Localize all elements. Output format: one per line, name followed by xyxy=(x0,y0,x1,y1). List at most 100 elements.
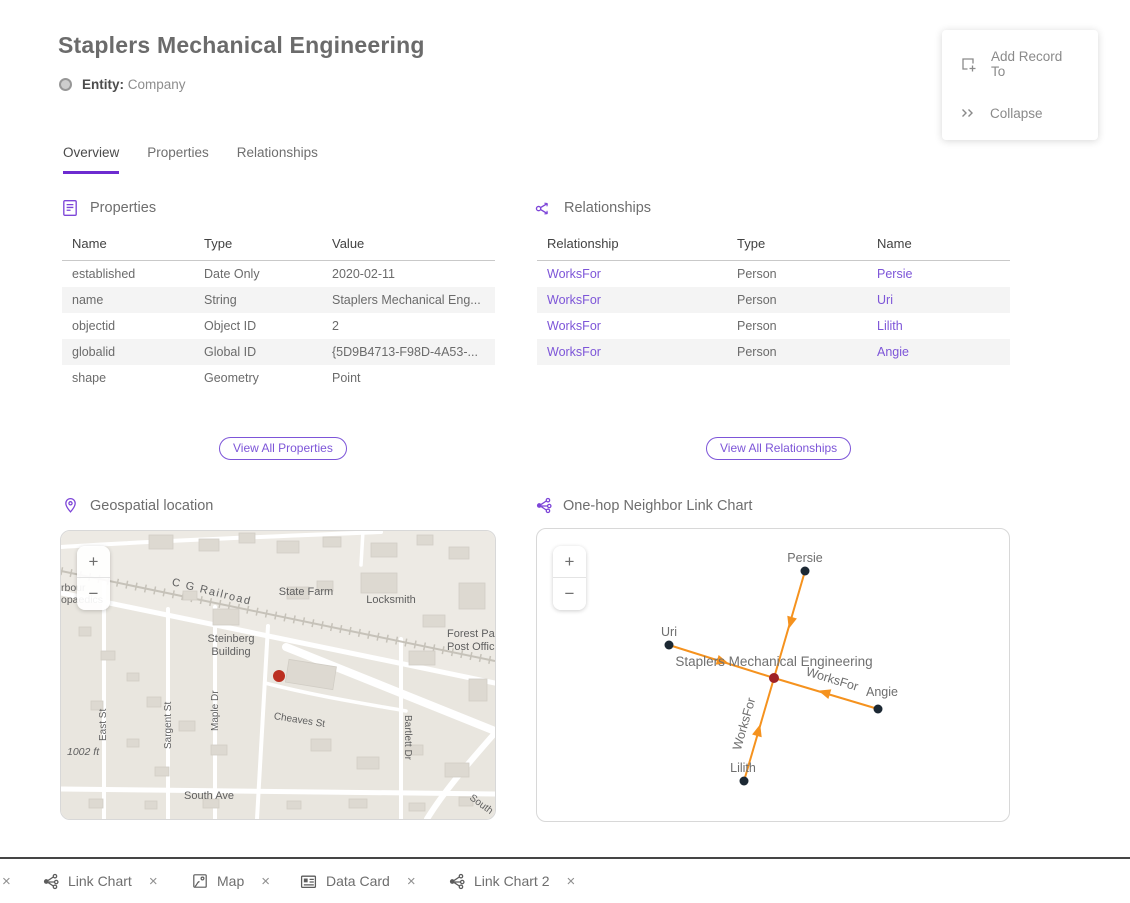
link-chart-icon xyxy=(42,873,59,890)
properties-table: Name Type Value established Date Only 20… xyxy=(62,228,495,391)
node-label: Angie xyxy=(866,685,898,699)
map-zoom-control: + − xyxy=(77,546,110,610)
relationship-link[interactable]: WorksFor xyxy=(547,267,601,281)
column-header: Value xyxy=(322,228,495,261)
entity-link[interactable]: Angie xyxy=(877,345,909,359)
data-card-page: Staplers Mechanical Engineering Entity: … xyxy=(0,0,1130,903)
map-zoom-out-button[interactable]: − xyxy=(77,578,110,610)
table-row: WorksFor Person Persie xyxy=(537,261,1010,288)
linkchart-zoom-out-button[interactable]: − xyxy=(553,578,586,610)
map-scale-label: 1002 ft xyxy=(67,746,100,758)
rel-type: Person xyxy=(727,313,867,339)
section-title: One-hop Neighbor Link Chart xyxy=(563,498,752,514)
map-label-street: South Ave xyxy=(184,790,234,802)
column-header: Relationship xyxy=(537,228,727,261)
tab-close-icon[interactable]: × xyxy=(149,873,158,890)
menu-item-collapse[interactable]: Collapse xyxy=(942,92,1098,134)
tab-label: Data Card xyxy=(326,873,390,889)
prop-type: String xyxy=(194,287,322,313)
node-lilith[interactable] xyxy=(740,777,749,786)
bottom-tab-link-chart-2[interactable]: Link Chart 2 × xyxy=(448,859,575,903)
context-menu: Add Record To Collapse xyxy=(942,30,1098,140)
add-record-icon xyxy=(960,56,977,73)
map-pin-icon xyxy=(62,497,79,514)
relationships-icon xyxy=(535,199,553,217)
node-persie[interactable] xyxy=(801,567,810,576)
prop-value: Point xyxy=(322,365,495,391)
tab-close-icon[interactable]: × xyxy=(261,873,270,890)
bottom-tab-link-chart[interactable]: Link Chart × xyxy=(42,859,158,903)
linkchart-section-header: One-hop Neighbor Link Chart xyxy=(535,497,752,514)
tab-close-icon[interactable]: × xyxy=(2,859,11,903)
table-row: objectid Object ID 2 xyxy=(62,313,495,339)
menu-item-label: Collapse xyxy=(990,106,1043,121)
map-canvas[interactable]: rbour opaedics C G Railroad State Farm L… xyxy=(61,531,495,819)
linkchart-card: Persie Uri WorksFor Angie WorksFor Lilit… xyxy=(536,528,1010,822)
bottom-tab-map[interactable]: Map × xyxy=(192,859,270,903)
node-angie[interactable] xyxy=(874,705,883,714)
relationship-link[interactable]: WorksFor xyxy=(547,319,601,333)
table-row: WorksFor Person Angie xyxy=(537,339,1010,365)
tab-relationships[interactable]: Relationships xyxy=(237,145,318,174)
map-label-street: Maple Dr xyxy=(210,690,221,731)
data-card-icon xyxy=(300,873,317,890)
tab-close-icon[interactable]: × xyxy=(566,873,575,890)
section-title: Relationships xyxy=(564,200,651,216)
table-row: shape Geometry Point xyxy=(62,365,495,391)
prop-value: 2 xyxy=(322,313,495,339)
entity-link[interactable]: Lilith xyxy=(877,319,903,333)
rel-type: Person xyxy=(727,261,867,288)
tab-properties[interactable]: Properties xyxy=(147,145,209,174)
prop-name: shape xyxy=(62,365,194,391)
relationship-link[interactable]: WorksFor xyxy=(547,345,601,359)
entity-link[interactable]: Persie xyxy=(877,267,912,281)
rel-type: Person xyxy=(727,287,867,313)
node-center-entity[interactable] xyxy=(769,673,779,683)
map-label-poi: Post Offic xyxy=(447,641,495,653)
relationship-link[interactable]: WorksFor xyxy=(547,293,601,307)
tab-label: Link Chart 2 xyxy=(474,873,549,889)
view-all-properties-button[interactable]: View All Properties xyxy=(219,437,347,460)
prop-name: name xyxy=(62,287,194,313)
collapse-icon xyxy=(960,105,976,121)
table-row: WorksFor Person Lilith xyxy=(537,313,1010,339)
map-zoom-in-button[interactable]: + xyxy=(77,546,110,578)
map-label-street: East St xyxy=(98,709,109,741)
relationships-table: Relationship Type Name WorksFor Person P… xyxy=(537,228,1010,365)
linkchart-canvas[interactable]: Persie Uri WorksFor Angie WorksFor Lilit… xyxy=(537,529,1009,821)
prop-name: objectid xyxy=(62,313,194,339)
map-label-poi: Forest Par xyxy=(447,628,495,640)
page-title: Staplers Mechanical Engineering xyxy=(58,32,425,59)
node-label: Lilith xyxy=(730,761,756,775)
prop-type: Geometry xyxy=(194,365,322,391)
link-chart-icon xyxy=(535,497,552,514)
column-header: Name xyxy=(62,228,194,261)
table-row: WorksFor Person Uri xyxy=(537,287,1010,313)
bottom-tab-data-card[interactable]: Data Card × xyxy=(300,859,416,903)
linkchart-zoom-in-button[interactable]: + xyxy=(553,546,586,578)
bottom-tab-bar: × Link Chart × Map × xyxy=(0,857,1130,903)
prop-name: established xyxy=(62,261,194,288)
map-card: rbour opaedics C G Railroad State Farm L… xyxy=(60,530,496,820)
tab-label: Link Chart xyxy=(68,873,132,889)
menu-item-label: Add Record To xyxy=(991,49,1080,79)
view-all-relationships-button[interactable]: View All Relationships xyxy=(706,437,851,460)
column-header: Name xyxy=(867,228,1010,261)
node-uri[interactable] xyxy=(665,641,674,650)
entity-badge: Entity: Company xyxy=(59,77,186,92)
entity-label: Entity: Company xyxy=(82,77,186,92)
linkchart-zoom-control: + − xyxy=(553,546,586,610)
node-label: Uri xyxy=(661,625,677,639)
table-row: name String Staplers Mechanical Eng... xyxy=(62,287,495,313)
tab-close-icon[interactable]: × xyxy=(407,873,416,890)
column-header: Type xyxy=(727,228,867,261)
entity-link[interactable]: Uri xyxy=(877,293,893,307)
prop-value: {5D9B4713-F98D-4A53-... xyxy=(322,339,495,365)
menu-item-add-record-to[interactable]: Add Record To xyxy=(942,36,1098,92)
tab-overview[interactable]: Overview xyxy=(63,145,119,174)
tab-label: Map xyxy=(217,873,244,889)
prop-name: globalid xyxy=(62,339,194,365)
map-label-poi: State Farm xyxy=(279,586,333,598)
table-row: established Date Only 2020-02-11 xyxy=(62,261,495,288)
map-point-marker[interactable] xyxy=(273,670,285,682)
